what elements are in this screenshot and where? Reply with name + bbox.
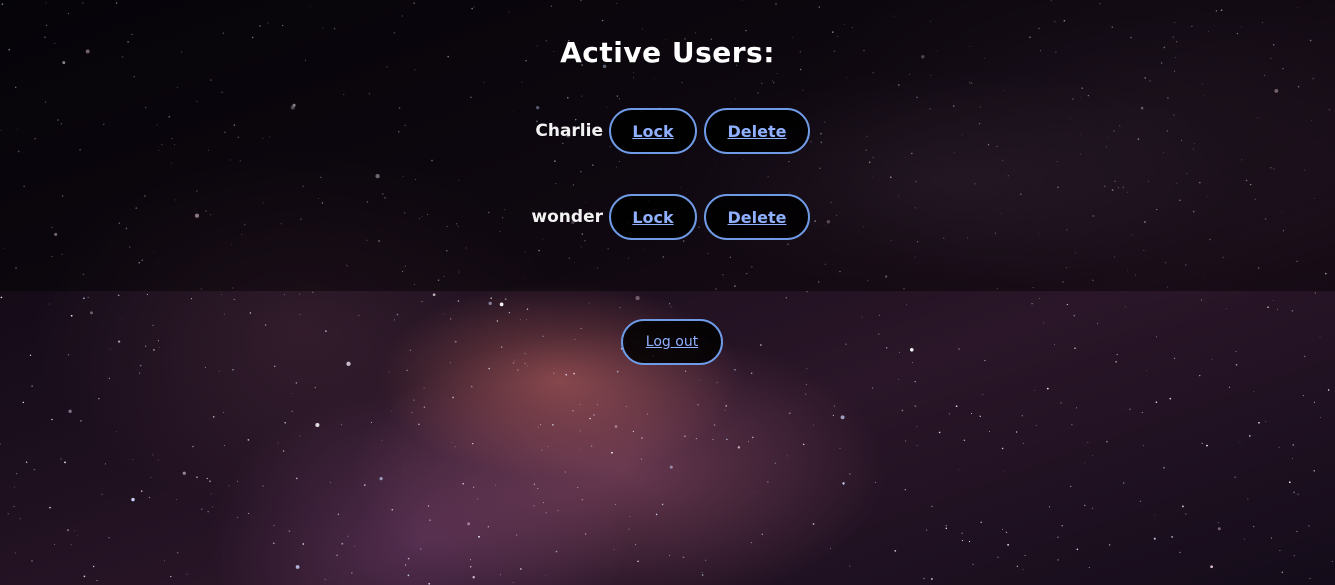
delete-button[interactable]: Delete [704, 108, 810, 154]
lock-button[interactable]: Lock [609, 108, 697, 154]
lock-button[interactable]: Lock [609, 194, 697, 240]
user-row: wonder Lock Delete [0, 194, 1335, 246]
delete-button[interactable]: Delete [704, 194, 810, 240]
username: Charlie [535, 121, 603, 141]
logout-button[interactable]: Log out [621, 319, 723, 365]
admin-panel: Active Users: Charlie Lock Delete wonder… [0, 0, 1335, 585]
user-row: Charlie Lock Delete [0, 108, 1335, 160]
username: wonder [531, 207, 603, 227]
page-title: Active Users: [560, 36, 775, 69]
